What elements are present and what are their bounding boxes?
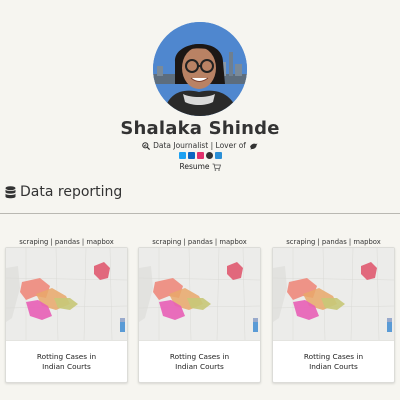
card-tags: scraping | pandas | mapbox <box>19 238 114 246</box>
card-body[interactable]: Rotting Cases in Indian Courts <box>138 247 261 383</box>
tagline-text: Data Journalist | Lover of <box>153 141 246 150</box>
card-body[interactable]: Rotting Cases in Indian Courts <box>5 247 128 383</box>
card-caption: Rotting Cases in Indian Courts <box>139 340 260 382</box>
map-thumbnail <box>273 248 394 340</box>
section-title: Data reporting <box>5 184 122 200</box>
github-icon[interactable] <box>205 152 213 159</box>
linkedin-icon[interactable] <box>187 152 195 159</box>
magnifier-chart-icon <box>142 141 151 150</box>
resume-link[interactable]: Resume <box>0 162 400 171</box>
avatar <box>153 22 247 116</box>
profile-tagline: Data Journalist | Lover of <box>0 141 400 150</box>
section-divider <box>0 213 400 214</box>
project-card[interactable]: scraping | pandas | mapbox Rotting Cases… <box>138 237 261 383</box>
cart-icon <box>212 163 221 171</box>
email-icon[interactable] <box>214 152 222 159</box>
resume-label: Resume <box>179 162 210 171</box>
bird-icon <box>249 143 258 149</box>
twitter-icon[interactable] <box>178 152 186 159</box>
database-icon <box>5 185 16 198</box>
map-thumbnail <box>6 248 127 340</box>
card-body[interactable]: Rotting Cases in Indian Courts <box>272 247 395 383</box>
card-caption: Rotting Cases in Indian Courts <box>273 340 394 382</box>
section-title-text: Data reporting <box>20 184 123 200</box>
card-caption: Rotting Cases in Indian Courts <box>6 340 127 382</box>
portfolio-page: Shalaka Shinde Data Journalist | Lover o… <box>0 0 400 400</box>
profile-name: Shalaka Shinde <box>120 118 280 139</box>
instagram-icon[interactable] <box>196 152 204 159</box>
social-links <box>0 152 400 159</box>
map-thumbnail <box>139 248 260 340</box>
card-tags: scraping | pandas | mapbox <box>286 238 381 246</box>
project-card[interactable]: scraping | pandas | mapbox Rotting Cases… <box>272 237 395 383</box>
project-card[interactable]: scraping | pandas | mapbox Rotting Cases… <box>5 237 128 383</box>
card-tags: scraping | pandas | mapbox <box>152 238 247 246</box>
